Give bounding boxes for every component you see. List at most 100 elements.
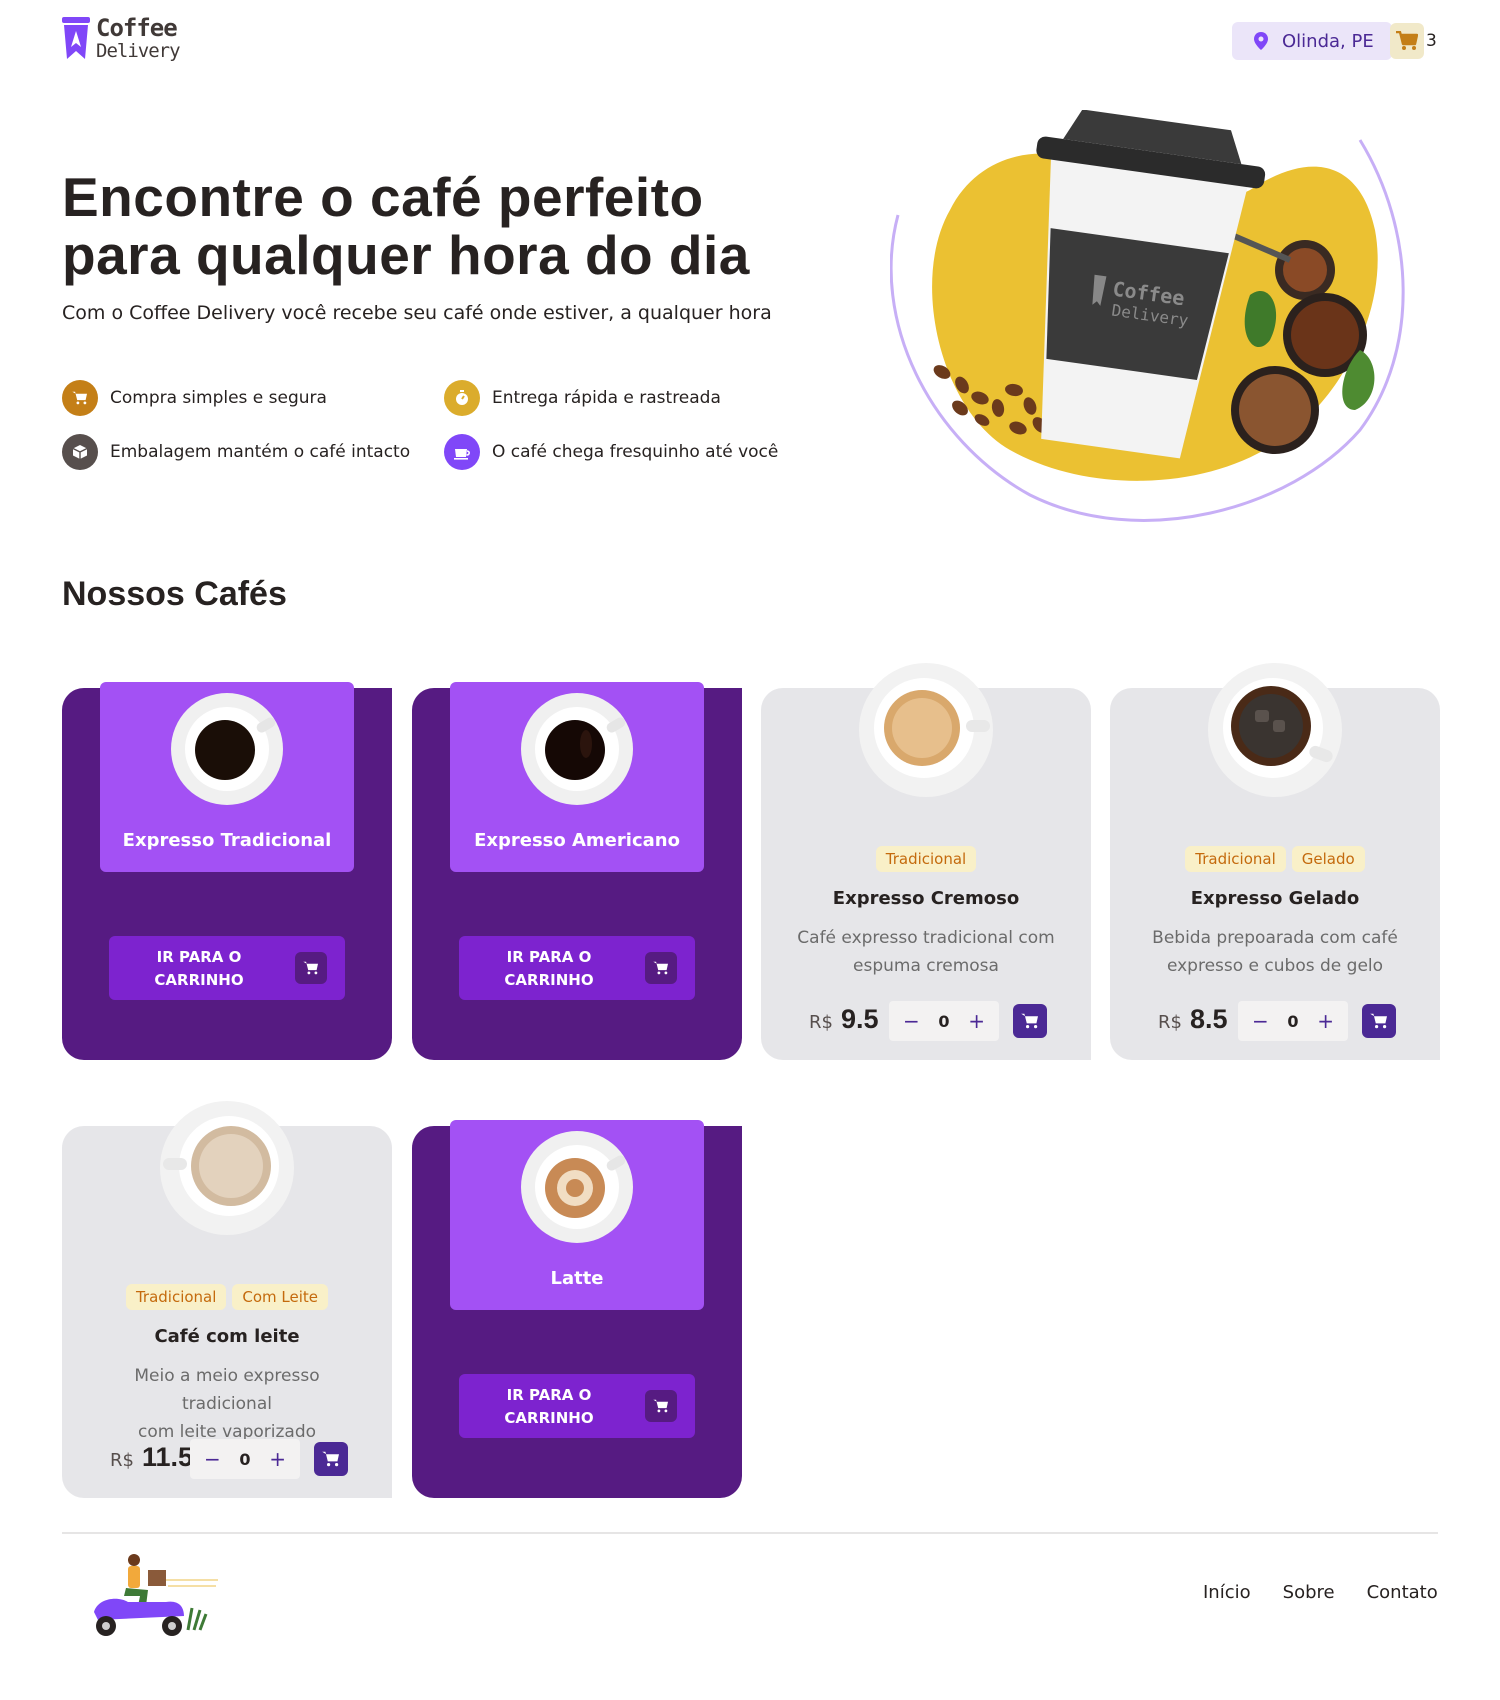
quantity-stepper: − 0 + [190,1439,300,1479]
product-card[interactable]: Latte IR PARA O CARRINHO [412,1120,742,1498]
product-description-line1: Bebida prepoarada com café [1152,928,1398,948]
price: R$ 9.5 [809,1004,879,1035]
hero-subtitle: Com o Coffee Delivery você recebe seu ca… [62,302,772,324]
footer-link-sobre[interactable]: Sobre [1283,1582,1335,1603]
go-to-cart-label: IR PARA O CARRINHO [154,948,244,989]
cart-icon [645,952,677,984]
location-label: Olinda, PE [1282,30,1374,52]
increment-button[interactable]: + [269,1447,286,1471]
feature-label: Entrega rápida e rastreada [492,388,721,408]
product-description: Meio a meio expresso tradicional com lei… [92,1362,362,1446]
tag: Com Leite [232,1284,329,1310]
add-to-cart-button[interactable] [314,1442,348,1476]
quantity-value: 0 [1287,1011,1299,1031]
footer-link-contato[interactable]: Contato [1367,1582,1438,1603]
feature-label: Compra simples e segura [110,388,327,408]
tag: Gelado [1291,846,1365,872]
gelado-cup-image [1208,663,1342,797]
logo-line2: Delivery [96,40,181,62]
product-description-line1: Meio a meio expresso tradicional [134,1366,320,1414]
selected-product-box: Expresso Americano [450,682,704,872]
product-description: Café expresso tradicional com espuma cre… [791,924,1061,980]
add-to-cart-button[interactable] [1013,1004,1047,1038]
feature-item: Compra simples e segura [62,380,327,416]
product-description-line2: espuma cremosa [853,956,999,976]
product-card: Tradicional Gelado Expresso Gelado Bebid… [1110,663,1440,1060]
timer-icon [444,380,480,416]
coffee-icon [444,434,480,470]
increment-button[interactable]: + [968,1009,985,1033]
decrement-button[interactable]: − [204,1447,221,1471]
tag-list: Tradicional [761,846,1091,872]
americano-cup-image [521,693,633,805]
quantity-value: 0 [239,1449,251,1469]
product-name: Café com leite [154,1326,300,1347]
price: R$ 8.5 [1158,1004,1228,1035]
location-button[interactable]: Olinda, PE [1232,22,1392,60]
latte-cup-image [521,1131,633,1243]
tag: Tradicional [1185,846,1286,872]
quantity-stepper: − 0 + [1238,1001,1348,1041]
currency: R$ [1158,1012,1182,1033]
footer-nav: Início Sobre Contato [1203,1582,1438,1603]
go-to-cart-label: IR PARA O CARRINHO [504,948,594,989]
logo-line1: Coffee [96,14,178,42]
decrement-button[interactable]: − [903,1009,920,1033]
go-to-cart-button[interactable]: IR PARA O CARRINHO [459,1374,695,1438]
product-name: Expresso Cremoso [832,888,1020,909]
feature-item: Entrega rápida e rastreada [444,380,721,416]
feature-label: Embalagem mantém o café intacto [110,442,411,462]
logo-text: Coffee Delivery [96,14,181,62]
go-to-cart-label: IR PARA O CARRINHO [504,1386,594,1427]
hero-title: Encontre o café perfeito para qualquer h… [62,168,822,284]
cart-icon [1396,31,1418,50]
product-card: Tradicional Com Leite Café com leite Mei… [62,1101,392,1498]
price-value: 11.5 [141,1442,194,1472]
product-description: Bebida prepoarada com café expresso e cu… [1140,924,1410,980]
tag-list: Tradicional Gelado [1110,846,1440,872]
product-name: Expresso Gelado [1190,888,1360,909]
go-to-cart-button[interactable]: IR PARA O CARRINHO [459,936,695,1000]
product-card[interactable]: Expresso Americano IR PARA O CARRINHO [412,682,742,1060]
logo[interactable]: Coffee Delivery [62,14,181,62]
product-name: Latte [550,1268,604,1289]
price: R$ 11.5 [110,1442,193,1473]
cafe-com-leite-cup-image [160,1101,294,1235]
product-name: Expresso Tradicional [122,830,332,851]
product-card: Tradicional Expresso Cremoso Café expres… [761,663,1091,1060]
coffee-cup-logo-icon [62,16,90,59]
expresso-cup-image [171,693,283,805]
price-value: 8.5 [1189,1004,1228,1034]
cart-icon [62,380,98,416]
selected-product-box: Latte [450,1120,704,1310]
hero-title-line1: Encontre o café perfeito [62,166,704,228]
header: Coffee Delivery Olinda, PE 3 [62,14,1438,70]
cart-icon [1021,1013,1038,1029]
add-to-cart-button[interactable] [1362,1004,1396,1038]
footer-divider [62,1532,1438,1534]
tag-list: Tradicional Com Leite [62,1284,392,1310]
cart-button[interactable] [1390,23,1424,59]
section-title: Nossos Cafés [62,575,287,613]
cremoso-cup-image [859,663,993,797]
product-description-line1: Café expresso tradicional com [797,928,1055,948]
product-card[interactable]: Expresso Tradicional IR PARA O CARRINHO [62,682,392,1060]
cart-icon [645,1390,677,1422]
product-name: Expresso Americano [474,830,680,851]
map-pin-icon [1254,32,1268,50]
footer-link-inicio[interactable]: Início [1203,1582,1251,1603]
feature-item: Embalagem mantém o café intacto [62,434,410,470]
go-to-cart-button[interactable]: IR PARA O CARRINHO [109,936,345,1000]
delivery-scooter-illustration [94,1554,218,1636]
increment-button[interactable]: + [1317,1009,1334,1033]
selected-product-box: Expresso Tradicional [100,682,354,872]
cart-icon [295,952,327,984]
cart-icon [322,1451,339,1467]
hero-coffee-illustration: Coffee Delivery [890,110,1405,522]
product-description-line2: expresso e cubos de gelo [1166,956,1384,976]
quantity-value: 0 [938,1011,950,1031]
feature-item: O café chega fresquinho até você [444,434,778,470]
tag: Tradicional [125,1284,227,1310]
cart-icon [1370,1013,1387,1029]
decrement-button[interactable]: − [1252,1009,1269,1033]
